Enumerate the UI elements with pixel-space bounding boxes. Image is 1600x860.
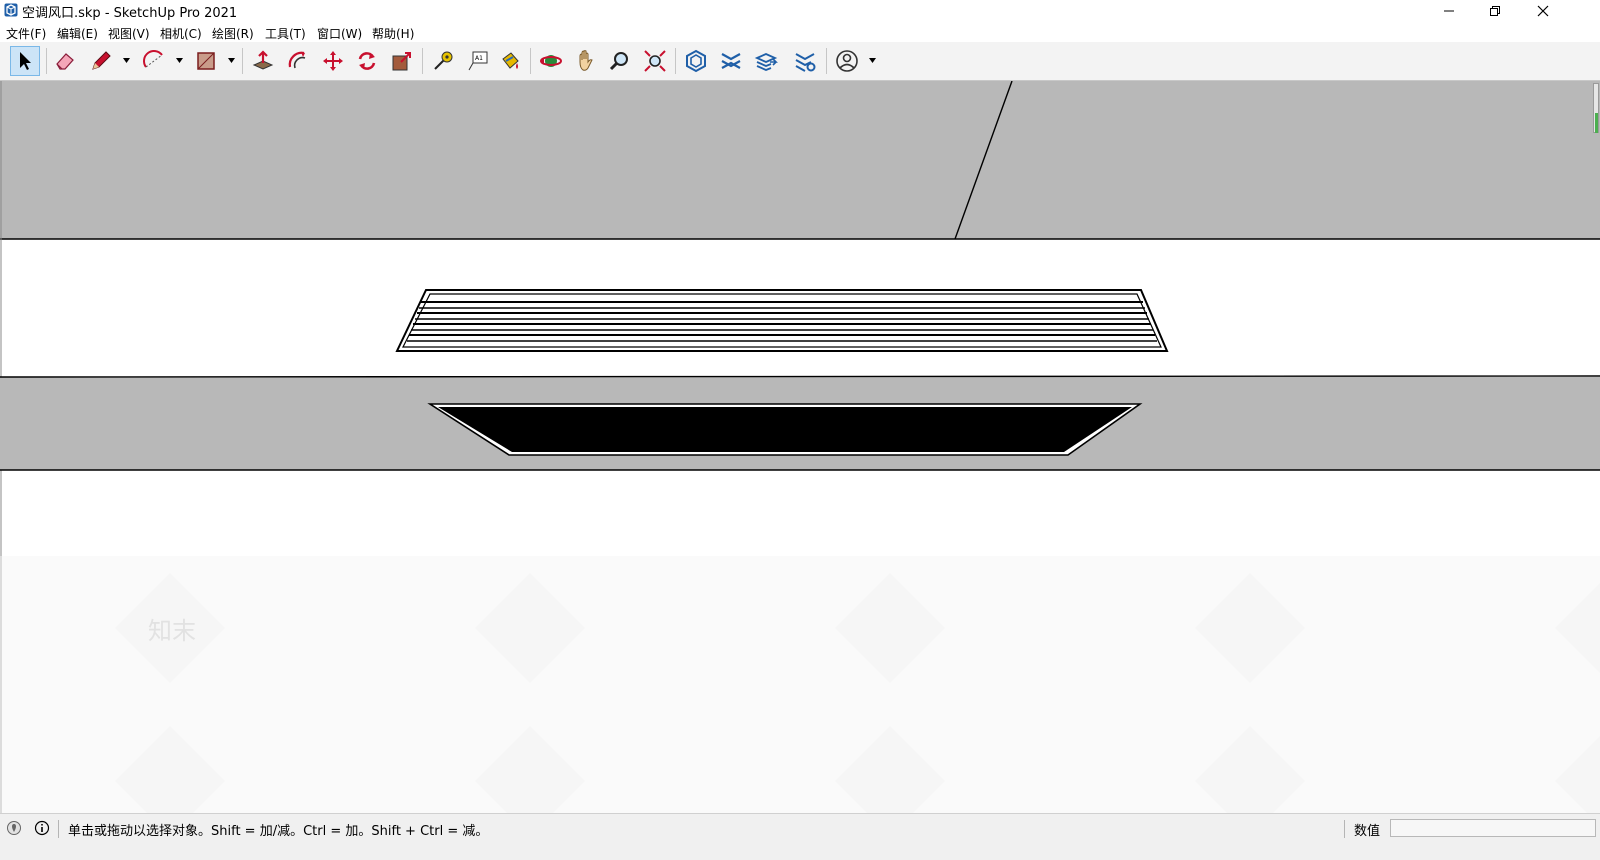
restore-button[interactable] (1472, 0, 1518, 22)
main-toolbar: A1 (0, 42, 1600, 81)
geolocation-icon[interactable] (6, 820, 22, 836)
toolbar-separator (46, 48, 47, 74)
text-tool[interactable]: A1 (463, 46, 493, 76)
tape-measure-icon (434, 51, 453, 70)
svg-text:A1: A1 (475, 55, 483, 62)
rotate-icon (358, 52, 376, 70)
pencil-icon (92, 51, 111, 70)
move-tool[interactable] (318, 46, 348, 76)
menu-draw[interactable]: 绘图(R) (212, 25, 254, 42)
status-bar: 单击或拖动以选择对象。Shift = 加/减。Ctrl = 加。Shift + … (0, 813, 1600, 860)
toolbar-separator (675, 48, 676, 74)
title-bar: 空调风口.skp - SketchUp Pro 2021 (0, 0, 1600, 22)
minimize-icon (1444, 10, 1454, 12)
extension-warehouse-tool[interactable] (716, 46, 746, 76)
push-pull-icon (252, 50, 274, 70)
3d-warehouse-tool[interactable] (681, 46, 711, 76)
restore-icon (1490, 6, 1500, 16)
menu-edit[interactable]: 编辑(E) (57, 25, 98, 42)
menu-window[interactable]: 窗口(W) (317, 25, 362, 42)
rectangle-icon (197, 52, 215, 70)
status-message: 单击或拖动以选择对象。Shift = 加/减。Ctrl = 加。Shift + … (68, 824, 489, 839)
vent-grille (395, 289, 1169, 352)
info-icon[interactable] (34, 820, 50, 836)
watermark-pattern (0, 556, 1600, 813)
offset-icon (288, 51, 306, 69)
paint-bucket-tool[interactable] (495, 46, 525, 76)
offset-tool[interactable] (283, 46, 313, 76)
chevron-down-icon[interactable] (227, 56, 236, 65)
scale-tool[interactable] (387, 46, 417, 76)
menu-help[interactable]: 帮助(H) (372, 25, 414, 42)
measurements-label: 数值 (1354, 824, 1381, 839)
pan-tool[interactable] (571, 46, 601, 76)
layers-send-icon (754, 53, 778, 71)
extension-icon (721, 53, 741, 69)
zoom-extents-tool[interactable] (640, 46, 670, 76)
model-drawing[interactable] (0, 81, 1600, 813)
warehouse-icon (686, 49, 706, 73)
toolbar-separator (826, 48, 827, 74)
menu-camera[interactable]: 相机(C) (160, 25, 202, 42)
edge-line (0, 375, 1600, 378)
model-viewport[interactable]: 知末 (0, 81, 1600, 813)
toolbar-separator (530, 48, 531, 74)
menu-view[interactable]: 视图(V) (108, 25, 150, 42)
rotate-tool[interactable] (352, 46, 382, 76)
layout-send-tool[interactable] (751, 46, 781, 76)
chevron-down-icon[interactable] (122, 56, 131, 65)
status-separator (1344, 820, 1345, 838)
eraser-tool[interactable] (50, 46, 80, 76)
sketchup-app-icon (4, 3, 18, 17)
viewport-scroll-indicator (1595, 113, 1598, 133)
measurements-input[interactable] (1390, 819, 1596, 837)
magnifier-icon (609, 52, 628, 71)
chevron-down-icon[interactable] (868, 56, 877, 65)
line-tool[interactable] (86, 46, 116, 76)
toolbar-separator (242, 48, 243, 74)
minimize-button[interactable] (1426, 0, 1472, 22)
arc-icon (143, 50, 163, 68)
text-icon: A1 (468, 51, 488, 71)
toolbar-separator (422, 48, 423, 74)
menu-file[interactable]: 文件(F) (6, 25, 46, 42)
select-tool[interactable] (10, 46, 40, 76)
close-icon (1537, 5, 1549, 17)
hand-icon (579, 50, 593, 71)
push-pull-tool[interactable] (248, 46, 278, 76)
zoom-tool[interactable] (605, 46, 635, 76)
menu-bar: 文件(F) 编辑(E) 视图(V) 相机(C) 绘图(R) 工具(T) 窗口(W… (0, 22, 1600, 42)
close-button[interactable] (1520, 0, 1566, 22)
arrow-cursor-icon (20, 52, 31, 70)
vent-opening (427, 403, 1143, 456)
rectangle-tool[interactable] (191, 46, 221, 76)
chevron-down-icon[interactable] (175, 56, 184, 65)
status-separator (58, 820, 59, 838)
watermark-text: 知末 (148, 617, 196, 645)
move-arrows-icon (323, 51, 343, 71)
account-menu[interactable] (832, 46, 862, 76)
ceiling-face (0, 81, 1600, 239)
extension-manager-icon (795, 53, 816, 72)
user-account-icon (836, 50, 858, 72)
orbit-icon (540, 55, 562, 67)
paint-bucket-icon (502, 52, 519, 69)
window-title: 空调风口.skp - SketchUp Pro 2021 (22, 6, 238, 21)
menu-tools[interactable]: 工具(T) (265, 25, 306, 42)
tape-measure-tool[interactable] (428, 46, 458, 76)
orbit-tool[interactable] (536, 46, 566, 76)
scale-icon (392, 52, 411, 71)
arc-tool[interactable] (139, 46, 169, 76)
eraser-icon (56, 53, 74, 70)
zoom-extents-icon (644, 50, 666, 72)
extension-manager-tool[interactable] (790, 46, 820, 76)
